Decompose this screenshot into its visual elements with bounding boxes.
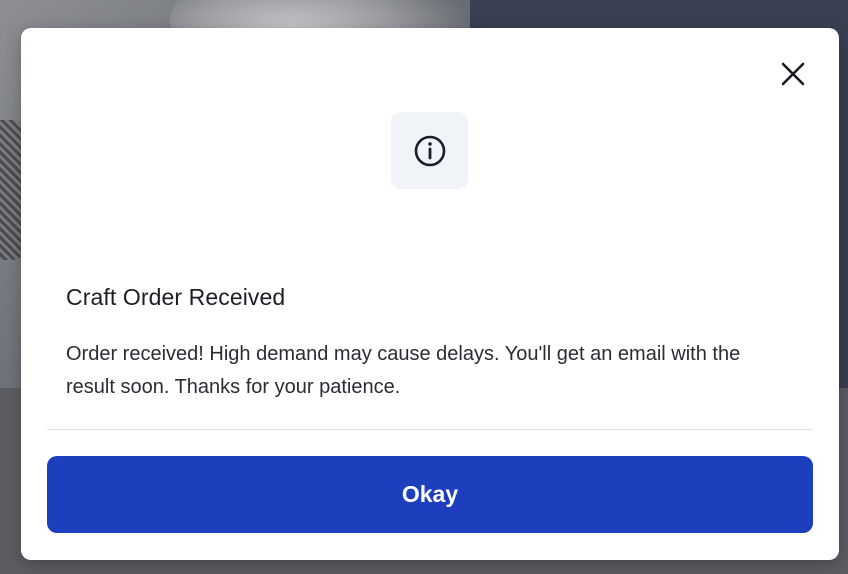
info-icon-tile bbox=[391, 112, 468, 189]
order-received-dialog: Craft Order Received Order received! Hig… bbox=[21, 28, 839, 560]
okay-button[interactable]: Okay bbox=[47, 456, 813, 533]
dialog-divider bbox=[47, 429, 813, 430]
close-icon bbox=[781, 62, 805, 86]
dialog-message: Order received! High demand may cause de… bbox=[66, 343, 741, 398]
dialog-title: Craft Order Received bbox=[66, 284, 286, 310]
info-circle-icon bbox=[414, 135, 445, 166]
close-button[interactable] bbox=[777, 58, 809, 90]
